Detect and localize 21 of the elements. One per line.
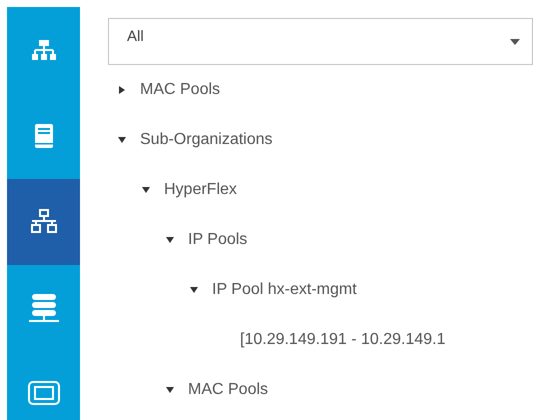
tree-item[interactable]: IP Pool hx-ext-mgmt [212,281,357,299]
tree-item[interactable]: [10.29.149.191 - 10.29.149.1 [240,331,446,349]
hierarchy-icon [32,39,56,61]
tree-item[interactable]: HyperFlex [164,181,237,199]
expand-icon[interactable] [166,386,174,394]
expand-icon[interactable] [166,236,174,244]
server-icon [34,123,54,149]
expand-icon[interactable] [190,286,198,294]
caret-icon [510,38,520,44]
tree-item[interactable]: Sub-Organizations [140,131,273,149]
monitor-icon [26,380,60,408]
expand-icon[interactable] [118,136,126,144]
tree-item[interactable]: MAC Pools [140,81,220,99]
storage-icon [28,292,60,324]
network-icon [30,209,58,235]
expand-icon[interactable] [118,86,126,94]
expand-icon[interactable] [142,186,150,194]
tree-item[interactable]: MAC Pools [188,381,268,399]
tree-item[interactable]: IP Pools [188,231,248,249]
filter-dropdown[interactable]: All [108,18,533,65]
nav-item[interactable] [7,179,80,265]
